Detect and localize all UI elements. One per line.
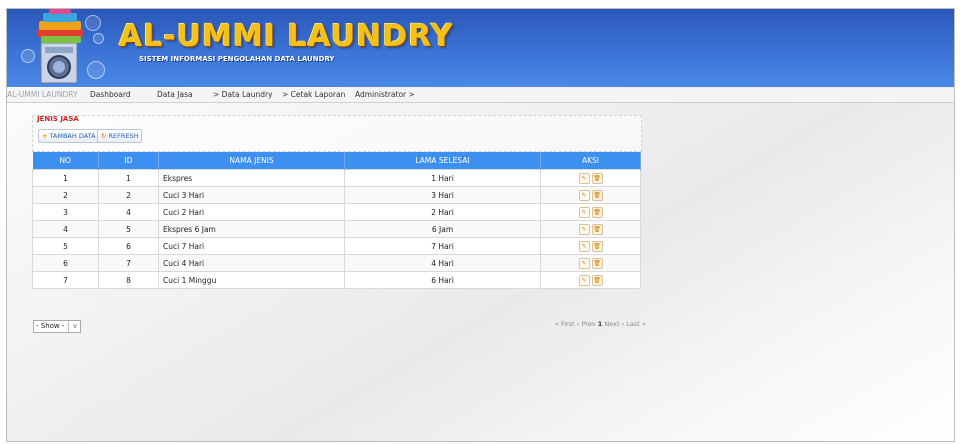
- table-row[interactable]: 6 7 Cuci 4 Hari 4 Hari ✎ 🗑: [32, 254, 641, 272]
- cell-aksi: ✎ 🗑: [540, 237, 641, 255]
- table-row[interactable]: 3 4 Cuci 2 Hari 2 Hari ✎ 🗑: [32, 203, 641, 221]
- panel-title: JENIS JASA: [37, 115, 79, 123]
- cell-no: 6: [32, 254, 99, 272]
- menu-item-administrator[interactable]: Administrator >: [355, 90, 415, 99]
- jenis-jasa-table: NO ID NAMA JENIS LAMA SELESAI AKSI 1 1 E…: [32, 152, 641, 289]
- cell-nama-jenis: Cuci 2 Hari: [158, 203, 345, 221]
- edit-icon[interactable]: ✎: [578, 240, 590, 252]
- refresh-button[interactable]: ↻ REFRESH: [97, 129, 143, 143]
- edit-icon[interactable]: ✎: [578, 223, 590, 235]
- pager-first-link[interactable]: « First: [555, 320, 575, 328]
- delete-icon[interactable]: 🗑: [591, 206, 603, 218]
- delete-icon[interactable]: 🗑: [591, 274, 603, 286]
- cell-lama-selesai: 7 Hari: [344, 237, 541, 255]
- column-header-nama-jenis[interactable]: NAMA JENIS: [158, 152, 345, 170]
- refresh-icon: ↻: [101, 132, 107, 140]
- pager-prev-link[interactable]: ‹ Prev: [577, 320, 596, 328]
- cell-lama-selesai: 6 Jam: [344, 220, 541, 238]
- column-header-id[interactable]: ID: [98, 152, 159, 170]
- menu-item-data-laundry[interactable]: > Data Laundry: [213, 90, 273, 99]
- table-row[interactable]: 1 1 Ekspres 1 Hari ✎ 🗑: [32, 169, 641, 187]
- cell-nama-jenis: Ekspres 6 Jam: [158, 220, 345, 238]
- cell-aksi: ✎ 🗑: [540, 220, 641, 238]
- delete-icon[interactable]: 🗑: [591, 189, 603, 201]
- cell-no: 2: [32, 186, 99, 204]
- cell-id: 5: [98, 220, 159, 238]
- delete-icon[interactable]: 🗑: [591, 257, 603, 269]
- cell-nama-jenis: Cuci 1 Minggu: [158, 271, 345, 289]
- cell-no: 4: [32, 220, 99, 238]
- table-row[interactable]: 7 8 Cuci 1 Minggu 6 Hari ✎ 🗑: [32, 271, 641, 289]
- cell-nama-jenis: Cuci 4 Hari: [158, 254, 345, 272]
- cell-id: 1: [98, 169, 159, 187]
- show-select-value: - Show -: [36, 322, 65, 330]
- cell-nama-jenis: Cuci 7 Hari: [158, 237, 345, 255]
- table-row[interactable]: 2 2 Cuci 3 Hari 3 Hari ✎ 🗑: [32, 186, 641, 204]
- delete-icon[interactable]: 🗑: [591, 172, 603, 184]
- edit-icon[interactable]: ✎: [578, 257, 590, 269]
- menu-brand: AL-UMMI LAUNDRY: [7, 90, 78, 99]
- table-row[interactable]: 5 6 Cuci 7 Hari 7 Hari ✎ 🗑: [32, 237, 641, 255]
- cell-no: 3: [32, 203, 99, 221]
- edit-icon[interactable]: ✎: [578, 189, 590, 201]
- cell-lama-selesai: 6 Hari: [344, 271, 541, 289]
- show-per-page-select[interactable]: - Show - ∨: [33, 320, 81, 333]
- cell-nama-jenis: Ekspres: [158, 169, 345, 187]
- cell-id: 2: [98, 186, 159, 204]
- table-row[interactable]: 4 5 Ekspres 6 Jam 6 Jam ✎ 🗑: [32, 220, 641, 238]
- plus-icon: +: [42, 132, 48, 140]
- cell-nama-jenis: Cuci 3 Hari: [158, 186, 345, 204]
- laundry-logo-image: [19, 9, 114, 87]
- cell-lama-selesai: 2 Hari: [344, 203, 541, 221]
- edit-icon[interactable]: ✎: [578, 172, 590, 184]
- app-window: AL-UMMI LAUNDRY SISTEM INFORMASI PENGOLA…: [6, 8, 955, 442]
- edit-icon[interactable]: ✎: [578, 206, 590, 218]
- header-banner: AL-UMMI LAUNDRY SISTEM INFORMASI PENGOLA…: [7, 9, 954, 87]
- cell-no: 1: [32, 169, 99, 187]
- cell-id: 8: [98, 271, 159, 289]
- menu-item-cetak-laporan[interactable]: > Cetak Laporan: [282, 90, 345, 99]
- cell-no: 7: [32, 271, 99, 289]
- cell-aksi: ✎ 🗑: [540, 169, 641, 187]
- add-data-label: TAMBAH DATA: [49, 132, 96, 140]
- refresh-label: REFRESH: [108, 132, 139, 140]
- cell-id: 6: [98, 237, 159, 255]
- cell-id: 7: [98, 254, 159, 272]
- cell-id: 4: [98, 203, 159, 221]
- column-header-no[interactable]: NO: [32, 152, 99, 170]
- top-menu: AL-UMMI LAUNDRY Dashboard Data Jasa > Da…: [7, 88, 954, 103]
- edit-icon[interactable]: ✎: [578, 274, 590, 286]
- delete-icon[interactable]: 🗑: [591, 240, 603, 252]
- pager-current-page: 1: [597, 320, 603, 328]
- app-title: AL-UMMI LAUNDRY: [119, 19, 454, 54]
- cell-lama-selesai: 1 Hari: [344, 169, 541, 187]
- table-header-row: NO ID NAMA JENIS LAMA SELESAI AKSI: [32, 152, 641, 170]
- jenis-jasa-panel: JENIS JASA + TAMBAH DATA ↻ REFRESH: [32, 115, 642, 152]
- app-subtitle: SISTEM INFORMASI PENGOLAHAN DATA LAUNDRY: [139, 55, 335, 63]
- cell-no: 5: [32, 237, 99, 255]
- chevron-down-icon: ∨: [68, 321, 78, 332]
- cell-aksi: ✎ 🗑: [540, 203, 641, 221]
- cell-aksi: ✎ 🗑: [540, 254, 641, 272]
- column-header-lama-selesai[interactable]: LAMA SELESAI: [344, 152, 541, 170]
- menu-item-data-jasa[interactable]: Data Jasa: [157, 90, 193, 99]
- cell-lama-selesai: 4 Hari: [344, 254, 541, 272]
- delete-icon[interactable]: 🗑: [591, 223, 603, 235]
- pager-next-link[interactable]: Next ›: [604, 320, 624, 328]
- cell-aksi: ✎ 🗑: [540, 186, 641, 204]
- add-data-button[interactable]: + TAMBAH DATA: [38, 129, 100, 143]
- pager-last-link[interactable]: Last »: [626, 320, 646, 328]
- cell-lama-selesai: 3 Hari: [344, 186, 541, 204]
- column-header-aksi: AKSI: [540, 152, 641, 170]
- cell-aksi: ✎ 🗑: [540, 271, 641, 289]
- pagination: « First ‹ Prev 1 Next › Last »: [555, 320, 646, 328]
- menu-item-dashboard[interactable]: Dashboard: [90, 90, 131, 99]
